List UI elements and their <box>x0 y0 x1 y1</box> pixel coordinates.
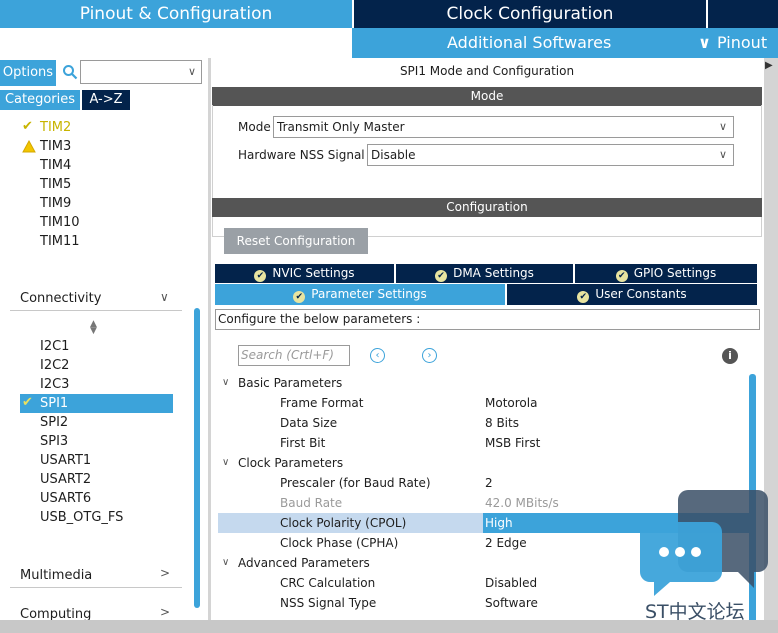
mode-select[interactable]: Transmit Only Master ∨ <box>273 116 734 138</box>
tree-item-i2c3[interactable]: I2C3 <box>40 375 69 394</box>
info-icon[interactable]: i <box>722 348 738 364</box>
tab-clock-configuration[interactable]: Clock Configuration <box>354 0 706 28</box>
tree-item-spi3[interactable]: SPI3 <box>40 432 68 451</box>
secondary-toolbar: Additional Softwares ∨ Pinout <box>0 28 778 58</box>
check-icon: ✔ <box>22 119 33 134</box>
tree-item-usb-otg-fs[interactable]: USB_OTG_FS <box>40 508 123 527</box>
panel-splitter[interactable] <box>208 58 211 633</box>
tree-item-spi2[interactable]: SPI2 <box>40 413 68 432</box>
tree-item-tim4[interactable]: TIM4 <box>40 156 71 175</box>
mode-label: Mode <box>238 120 271 134</box>
sort-icon[interactable]: ▲ ▼ <box>90 320 97 336</box>
tree-item-i2c1[interactable]: I2C1 <box>40 337 69 356</box>
chevron-down-icon: ∨ <box>222 377 230 388</box>
check-icon: ✔ <box>577 291 590 303</box>
tree-item-usart6[interactable]: USART6 <box>40 489 91 508</box>
tab-a-to-z[interactable]: A->Z <box>82 90 130 110</box>
warning-icon <box>22 140 36 153</box>
chevron-down-icon: ∨ <box>718 120 727 133</box>
nss-signal-label: Hardware NSS Signal <box>238 148 365 162</box>
tree-item-tim11[interactable]: TIM11 <box>40 232 80 251</box>
tab-project-manager[interactable] <box>708 0 778 28</box>
nss-signal-select[interactable]: Disable ∨ <box>367 144 734 166</box>
collapse-arrow-icon[interactable]: ▶ <box>765 60 773 71</box>
configuration-header: Configuration <box>212 198 762 217</box>
tab-user-constants[interactable]: ✔ User Constants <box>507 284 757 305</box>
component-search-input[interactable]: ∨ <box>80 60 202 84</box>
options-button[interactable]: Options <box>0 60 56 86</box>
chevron-down-icon[interactable]: ∨ <box>188 65 196 78</box>
configure-hint: Configure the below parameters : <box>215 309 760 330</box>
param-frame-format[interactable]: Frame Format Motorola <box>218 393 754 413</box>
param-first-bit[interactable]: First Bit MSB First <box>218 433 754 453</box>
pinout-menu-label: Pinout <box>717 33 768 52</box>
chevron-down-icon[interactable]: ∨ <box>160 290 169 304</box>
nss-signal-select-value: Disable <box>371 148 416 162</box>
component-tree-panel: Options ∨ Categories A->Z ✔ TIM2 TIM3 TI… <box>0 58 208 633</box>
tree-item-tim3[interactable]: TIM3 <box>40 137 71 156</box>
tab-categories[interactable]: Categories <box>0 90 80 110</box>
next-match-icon[interactable]: › <box>422 348 437 363</box>
tree-item-tim9[interactable]: TIM9 <box>40 194 71 213</box>
chevron-down-icon: ∨ <box>718 148 727 161</box>
chevron-right-icon[interactable]: > <box>160 566 170 580</box>
tab-parameter-settings[interactable]: ✔ Parameter Settings <box>215 284 505 305</box>
tree-item-i2c2[interactable]: I2C2 <box>40 356 69 375</box>
top-tab-bar: Pinout & Configuration Clock Configurati… <box>0 0 778 28</box>
tree-item-tim5[interactable]: TIM5 <box>40 175 71 194</box>
tree-item-usart2[interactable]: USART2 <box>40 470 91 489</box>
tree-item-tim10[interactable]: TIM10 <box>40 213 80 232</box>
watermark-text: ST中文论坛 <box>645 601 745 623</box>
parameter-search-input[interactable]: Search (Crtl+F) <box>238 345 350 366</box>
check-icon: ✔ <box>254 270 267 282</box>
left-scrollbar[interactable] <box>194 308 200 608</box>
chevron-down-icon: ∨ <box>222 457 230 468</box>
mode-header: Mode <box>212 87 762 106</box>
group-connectivity[interactable]: Connectivity <box>20 291 101 306</box>
chevron-down-icon: ∨ <box>222 557 230 568</box>
tree-item-usart1[interactable]: USART1 <box>40 451 91 470</box>
tree-item-tim2[interactable]: TIM2 <box>40 118 71 137</box>
mode-select-value: Transmit Only Master <box>277 120 405 134</box>
group-multimedia[interactable]: Multimedia <box>20 568 92 583</box>
divider <box>10 587 182 588</box>
tab-gpio-settings[interactable]: ✔ GPIO Settings <box>575 264 757 283</box>
tab-pinout-configuration[interactable]: Pinout & Configuration <box>0 0 352 28</box>
reset-configuration-button[interactable]: Reset Configuration <box>224 228 368 254</box>
tree-item-spi1[interactable]: SPI1 <box>40 394 68 413</box>
chevron-down-icon: ∨ <box>698 33 711 52</box>
check-icon: ✔ <box>435 270 448 282</box>
check-icon: ✔ <box>615 270 628 282</box>
tab-nvic-settings[interactable]: ✔ NVIC Settings <box>215 264 394 283</box>
check-icon: ✔ <box>293 291 306 303</box>
tab-dma-settings[interactable]: ✔ DMA Settings <box>396 264 573 283</box>
check-icon: ✔ <box>22 395 33 410</box>
param-data-size[interactable]: Data Size 8 Bits <box>218 413 754 433</box>
pinout-menu[interactable]: ∨ Pinout <box>698 28 767 58</box>
divider <box>10 310 182 311</box>
previous-match-icon[interactable]: ‹ <box>370 348 385 363</box>
page-title: SPI1 Mode and Configuration <box>399 64 575 78</box>
search-icon[interactable] <box>62 64 78 80</box>
additional-softwares-button[interactable]: Additional Softwares <box>447 28 611 58</box>
chevron-right-icon[interactable]: > <box>160 605 170 619</box>
